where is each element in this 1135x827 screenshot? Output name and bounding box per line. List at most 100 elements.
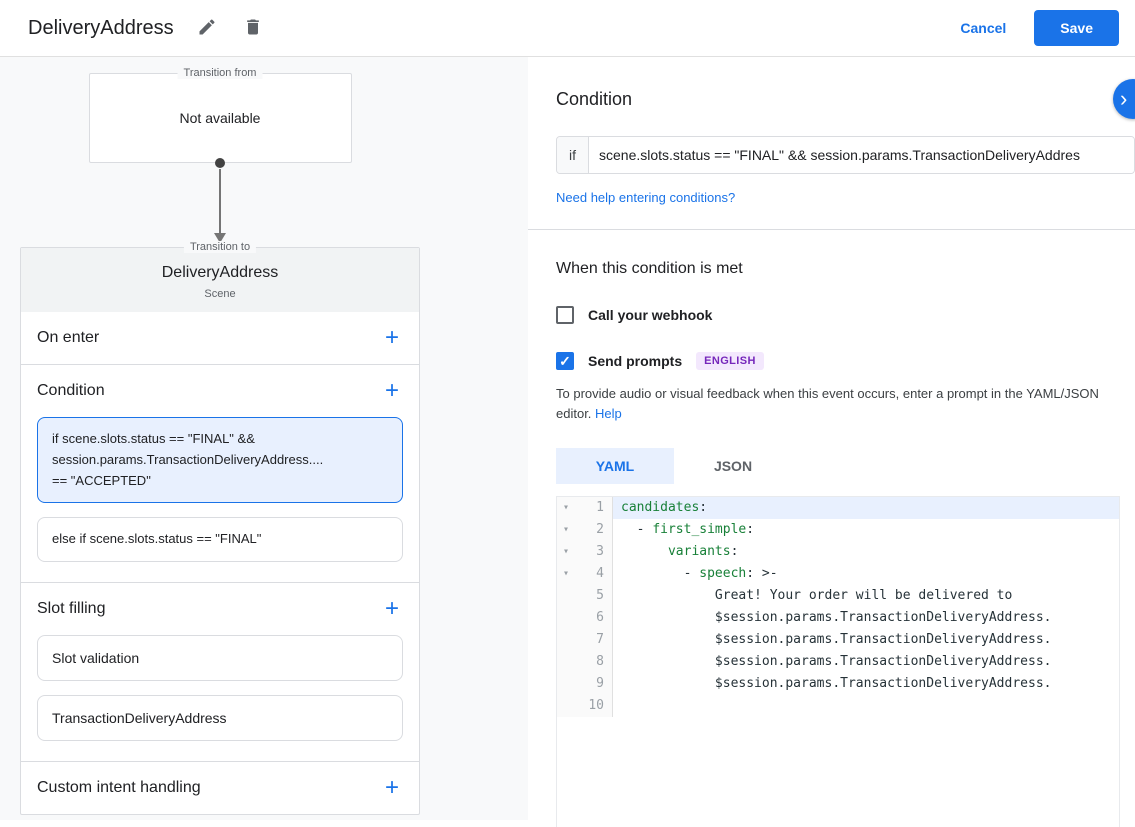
custom-intent-label: Custom intent handling: [37, 779, 201, 797]
line-gutter: ▾2: [557, 519, 613, 541]
condition-help-link[interactable]: Need help entering conditions?: [556, 190, 735, 205]
line-number: 3: [575, 541, 613, 563]
scene-type: Scene: [21, 288, 419, 300]
help-link[interactable]: Help: [595, 406, 622, 421]
line-number: 10: [575, 695, 613, 717]
line-gutter: 10: [557, 695, 613, 717]
condition-item-selected[interactable]: if scene.slots.status == "FINAL" && sess…: [37, 417, 403, 503]
fold-toggle-icon[interactable]: ▾: [557, 519, 575, 541]
line-number: 2: [575, 519, 613, 541]
transition-from-box: Transition from Not available: [89, 73, 352, 163]
line-number: 4: [575, 563, 613, 585]
slot-item-validation[interactable]: Slot validation: [37, 635, 403, 681]
save-button[interactable]: Save: [1034, 10, 1119, 46]
condition-section-label: Condition: [37, 382, 105, 400]
code-line[interactable]: ▾3 variants:: [557, 541, 1119, 563]
language-badge: ENGLISH: [696, 352, 764, 370]
horizontal-scrollbar[interactable]: [0, 820, 528, 827]
cancel-button[interactable]: Cancel: [960, 20, 1006, 36]
check-icon: ✓: [559, 354, 571, 368]
fold-toggle-icon: [557, 585, 575, 607]
tab-yaml[interactable]: YAML: [556, 448, 674, 484]
code-line[interactable]: 9 $session.params.TransactionDeliveryAdd…: [557, 673, 1119, 695]
line-number: 7: [575, 629, 613, 651]
if-prefix: if: [557, 137, 589, 173]
send-prompts-checkbox[interactable]: ✓: [556, 352, 574, 370]
code-text[interactable]: $session.params.TransactionDeliveryAddre…: [613, 607, 1119, 629]
code-text[interactable]: - speech: >-: [613, 563, 1119, 585]
section-custom-intent: Custom intent handling +: [21, 761, 419, 814]
code-text[interactable]: Great! Your order will be delivered to: [613, 585, 1119, 607]
slot-list: Slot validation TransactionDeliveryAddre…: [21, 635, 419, 761]
code-text[interactable]: $session.params.TransactionDeliveryAddre…: [613, 651, 1119, 673]
edit-title-button[interactable]: [194, 15, 220, 41]
fold-toggle-icon: [557, 607, 575, 629]
app: DeliveryAddress Cancel Save Transition f…: [0, 0, 1135, 827]
chevron-right-icon: ›: [1120, 86, 1127, 112]
code-text[interactable]: variants:: [613, 541, 1119, 563]
pencil-icon: [197, 17, 217, 40]
fold-toggle-icon: [557, 651, 575, 673]
line-gutter: 8: [557, 651, 613, 673]
detail-title: Condition: [556, 89, 1107, 110]
condition-met-heading: When this condition is met: [556, 260, 1107, 278]
code-editor[interactable]: ▾1candidates:▾2 - first_simple:▾3 varian…: [556, 496, 1120, 827]
header-actions: Cancel Save: [960, 10, 1119, 46]
section-divider: [528, 229, 1135, 230]
delete-scene-button[interactable]: [240, 15, 266, 41]
condition-item[interactable]: else if scene.slots.status == "FINAL": [37, 517, 403, 562]
code-line[interactable]: ▾1candidates:: [557, 497, 1119, 519]
line-number: 6: [575, 607, 613, 629]
trash-icon: [243, 17, 263, 40]
code-line[interactable]: 10: [557, 695, 1119, 717]
line-number: 9: [575, 673, 613, 695]
add-condition-button[interactable]: +: [381, 381, 403, 401]
flow-column: Transition from Not available Transition…: [20, 73, 420, 815]
code-text[interactable]: $session.params.TransactionDeliveryAddre…: [613, 673, 1119, 695]
code-text[interactable]: [613, 695, 1119, 717]
code-line[interactable]: 7 $session.params.TransactionDeliveryAdd…: [557, 629, 1119, 651]
on-enter-label: On enter: [37, 329, 99, 347]
editor-tabs: YAML JSON: [556, 448, 1107, 484]
code-line[interactable]: 6 $session.params.TransactionDeliveryAdd…: [557, 607, 1119, 629]
condition-list: if scene.slots.status == "FINAL" && sess…: [21, 417, 419, 582]
main-content: Transition from Not available Transition…: [0, 57, 1135, 827]
fold-toggle-icon[interactable]: ▾: [557, 563, 575, 585]
send-prompts-label: Send prompts: [588, 353, 682, 369]
page-title: DeliveryAddress: [28, 17, 174, 40]
transition-to-label: Transition to: [184, 241, 256, 253]
prompt-hint: To provide audio or visual feedback when…: [556, 384, 1107, 424]
fold-toggle-icon[interactable]: ▾: [557, 497, 575, 519]
line-number: 8: [575, 651, 613, 673]
add-custom-intent-button[interactable]: +: [381, 778, 403, 798]
add-on-enter-button[interactable]: +: [381, 328, 403, 348]
prompt-hint-text: To provide audio or visual feedback when…: [556, 386, 1099, 421]
code-text[interactable]: candidates:: [613, 497, 1119, 519]
title-area: DeliveryAddress: [28, 15, 266, 41]
line-gutter: 7: [557, 629, 613, 651]
code-line[interactable]: ▾2 - first_simple:: [557, 519, 1119, 541]
collapse-panel-button[interactable]: ›: [1113, 79, 1135, 119]
code-text[interactable]: - first_simple:: [613, 519, 1119, 541]
connector-line: [219, 169, 221, 233]
fold-toggle-icon: [557, 695, 575, 717]
fold-toggle-icon[interactable]: ▾: [557, 541, 575, 563]
add-slot-button[interactable]: +: [381, 599, 403, 619]
top-bar: DeliveryAddress Cancel Save: [0, 0, 1135, 57]
slot-item-transaction-delivery-address[interactable]: TransactionDeliveryAddress: [37, 695, 403, 741]
flow-connector: [20, 163, 420, 247]
code-text[interactable]: $session.params.TransactionDeliveryAddre…: [613, 629, 1119, 651]
code-line[interactable]: ▾4 - speech: >-: [557, 563, 1119, 585]
code-line[interactable]: 5 Great! Your order will be delivered to: [557, 585, 1119, 607]
line-gutter: 9: [557, 673, 613, 695]
code-line[interactable]: 8 $session.params.TransactionDeliveryAdd…: [557, 651, 1119, 673]
tab-json[interactable]: JSON: [674, 448, 792, 484]
condition-input[interactable]: [589, 137, 1134, 173]
section-condition: Condition +: [21, 364, 419, 417]
flow-panel: Transition from Not available Transition…: [0, 57, 528, 827]
fold-toggle-icon: [557, 629, 575, 651]
line-gutter: ▾1: [557, 497, 613, 519]
webhook-checkbox[interactable]: ✓: [556, 306, 574, 324]
scene-card: Transition to DeliveryAddress Scene On e…: [20, 247, 420, 815]
section-on-enter: On enter +: [21, 312, 419, 364]
